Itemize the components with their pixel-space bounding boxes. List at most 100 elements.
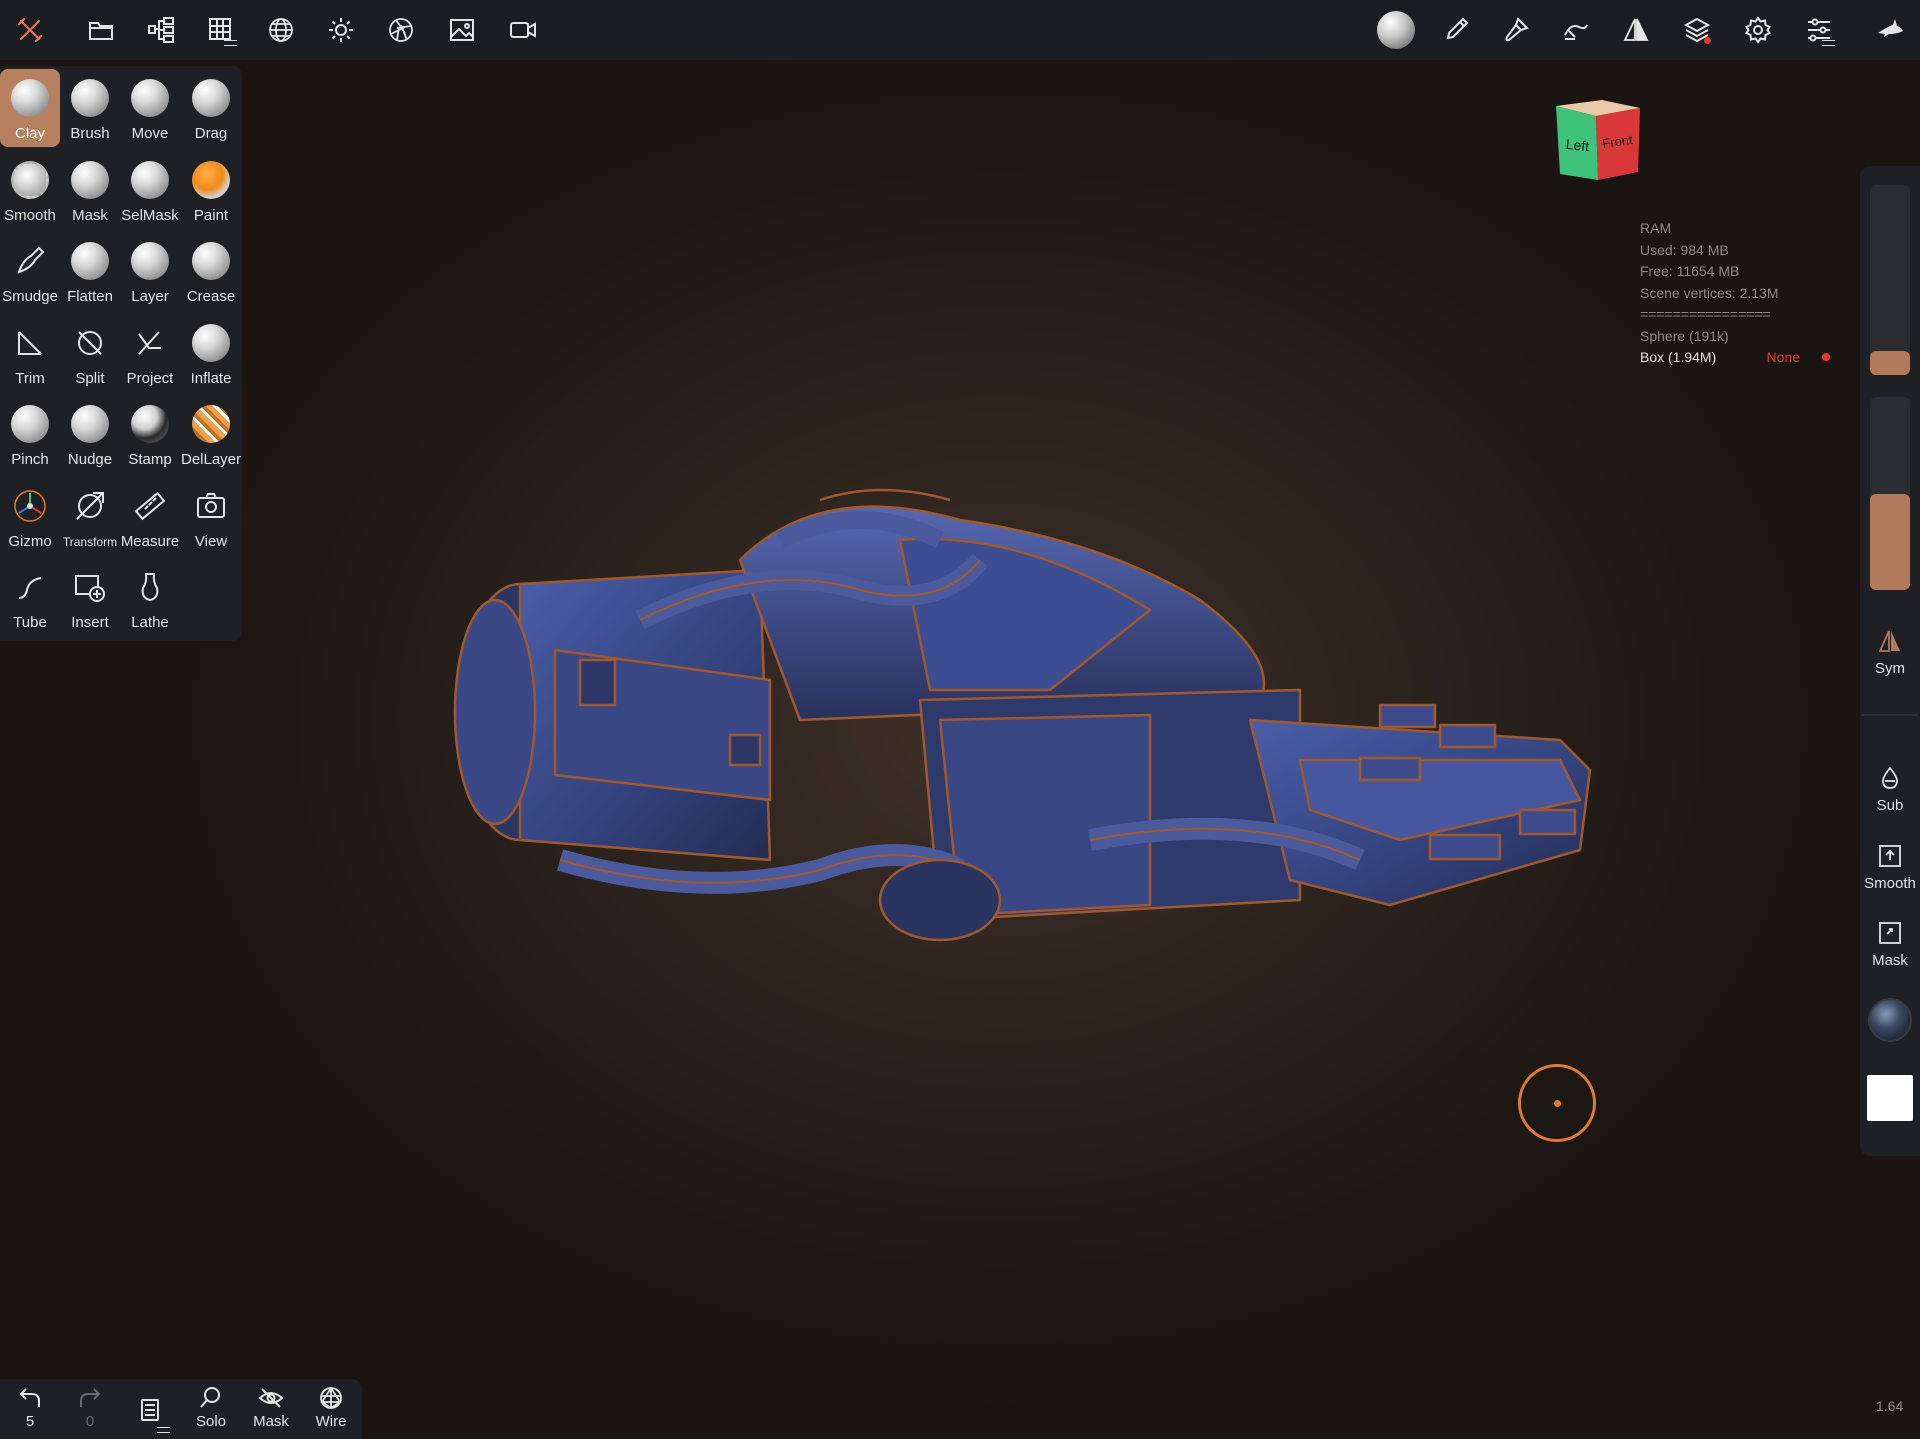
mask-ball-icon xyxy=(69,159,111,201)
radius-slider[interactable] xyxy=(1870,185,1910,375)
nomad-sculpt-app: Clay Brush Move Drag Smooth Mask SelMask Paint S… xyxy=(0,0,1920,1439)
drag-ball-icon xyxy=(190,77,232,119)
wireframe-sphere-icon[interactable] xyxy=(257,6,305,54)
tool-label: Measure xyxy=(120,532,180,550)
scene-tree-icon[interactable] xyxy=(137,6,185,54)
tool-crease[interactable]: Crease xyxy=(181,232,241,310)
tool-smudge[interactable]: Smudge xyxy=(0,232,60,310)
tool-label: Clay xyxy=(14,125,45,142)
layers-icon[interactable] xyxy=(1673,6,1721,54)
status-dot xyxy=(1822,353,1830,361)
tool-brush[interactable]: Brush xyxy=(60,69,120,147)
tool-view[interactable]: View xyxy=(181,477,241,555)
tool-trim[interactable]: Trim xyxy=(0,314,60,392)
material-preview[interactable] xyxy=(1868,998,1912,1042)
object-box: Box (1.94M) xyxy=(1640,349,1717,365)
tool-move[interactable]: Move xyxy=(120,69,180,147)
tube-icon xyxy=(9,566,51,608)
undo-button[interactable]: 5 xyxy=(2,1385,58,1437)
top-toolbar xyxy=(0,0,1920,60)
project-icon xyxy=(129,322,171,364)
insert-icon xyxy=(69,566,111,608)
split-icon xyxy=(69,322,111,364)
stroke-icon[interactable] xyxy=(1552,6,1600,54)
tool-flatten[interactable]: Flatten xyxy=(60,232,120,310)
grid-icon[interactable] xyxy=(197,6,245,54)
tool-split[interactable]: Split xyxy=(60,314,120,392)
eye-hidden-icon xyxy=(258,1388,284,1408)
tool-dellayer[interactable]: DelLayer xyxy=(181,395,241,473)
tool-label: Pinch xyxy=(11,451,49,468)
tool-pinch[interactable]: Pinch xyxy=(0,395,60,473)
tool-paint[interactable]: Paint xyxy=(181,151,241,229)
mask-visibility-button[interactable]: Mask xyxy=(243,1385,299,1437)
color-swatch[interactable] xyxy=(1867,1075,1913,1121)
tool-label: Lathe xyxy=(131,614,169,631)
sculpted-mesh xyxy=(453,488,1592,942)
tool-lathe[interactable]: Lathe xyxy=(120,558,180,636)
redo-icon xyxy=(80,1388,101,1407)
brush-stroke-icon[interactable] xyxy=(1432,6,1480,54)
wire-button[interactable]: Wire xyxy=(303,1385,359,1437)
gizmo-icon xyxy=(9,485,51,527)
tool-label: Drag xyxy=(194,125,228,142)
tool-panel: Clay Brush Move Drag Smooth Mask SelMask Paint S… xyxy=(0,66,242,641)
smooth-button[interactable]: Smooth xyxy=(1860,843,1920,892)
intensity-slider[interactable] xyxy=(1870,397,1910,590)
tool-label: Inflate xyxy=(190,369,232,387)
object-box-row[interactable]: Box (1.94M) None xyxy=(1640,347,1830,369)
settings-gear-icon[interactable] xyxy=(1734,6,1782,54)
view-cube[interactable]: Left Front xyxy=(1550,94,1646,184)
version-label: 1.64 xyxy=(1876,1398,1904,1414)
tool-project[interactable]: Project xyxy=(120,314,180,392)
tool-tube[interactable]: Tube xyxy=(0,558,60,636)
tool-transform[interactable]: Transform xyxy=(60,477,120,555)
notes-button[interactable] xyxy=(122,1385,178,1437)
tool-gizmo[interactable]: Gizmo xyxy=(0,477,60,555)
aperture-icon[interactable] xyxy=(377,6,425,54)
tool-measure[interactable]: Measure xyxy=(120,477,180,555)
paint-ball-icon xyxy=(190,159,232,201)
tool-drag[interactable]: Drag xyxy=(181,69,241,147)
undo-icon xyxy=(19,1388,40,1407)
subdivide-button[interactable]: Sub xyxy=(1860,765,1920,814)
search-icon xyxy=(200,1387,220,1408)
redo-button[interactable]: 0 xyxy=(62,1385,118,1437)
tool-label: SelMask xyxy=(121,206,179,224)
object-sphere[interactable]: Sphere (191k) xyxy=(1640,326,1830,348)
stamp-ball-icon xyxy=(129,403,171,445)
viewport[interactable] xyxy=(0,0,1920,1439)
symmetry-icon[interactable] xyxy=(1612,6,1660,54)
ram-free: Free: 11654 MB xyxy=(1640,263,1740,279)
tool-label: View xyxy=(194,532,228,550)
lathe-icon xyxy=(129,566,171,608)
material-sphere-icon[interactable] xyxy=(1372,6,1420,54)
tools-icon[interactable] xyxy=(6,6,54,54)
tool-layer[interactable]: Layer xyxy=(120,232,180,310)
flatten-ball-icon xyxy=(69,240,111,282)
mask-button[interactable]: Mask xyxy=(1860,920,1920,969)
tool-insert[interactable]: Insert xyxy=(60,558,120,636)
sym-button[interactable]: Sym xyxy=(1860,628,1920,677)
paint-brush-icon[interactable] xyxy=(1492,6,1540,54)
scene-stats: RAM Used: 984 MB Free: 11654 MB Scene ve… xyxy=(1640,218,1830,369)
tool-smooth[interactable]: Smooth xyxy=(0,151,60,229)
tool-selmask[interactable]: SelMask xyxy=(120,151,180,229)
folder-icon[interactable] xyxy=(77,6,125,54)
solo-button[interactable]: Solo xyxy=(183,1385,239,1437)
tool-mask[interactable]: Mask xyxy=(60,151,120,229)
tool-label: Move xyxy=(131,125,169,142)
notebook-icon xyxy=(141,1399,159,1421)
dellayer-ball-icon xyxy=(190,403,232,445)
intensity-slider-fill xyxy=(1870,494,1910,590)
tool-inflate[interactable]: Inflate xyxy=(181,314,241,392)
tool-nudge[interactable]: Nudge xyxy=(60,395,120,473)
tool-clay[interactable]: Clay xyxy=(0,69,60,147)
shark-icon[interactable] xyxy=(1866,6,1914,54)
sliders-icon[interactable] xyxy=(1795,6,1843,54)
tool-stamp[interactable]: Stamp xyxy=(120,395,180,473)
image-icon[interactable] xyxy=(438,6,486,54)
video-camera-icon[interactable] xyxy=(499,6,547,54)
light-icon[interactable] xyxy=(317,6,365,54)
brush-cursor xyxy=(1518,1064,1596,1142)
